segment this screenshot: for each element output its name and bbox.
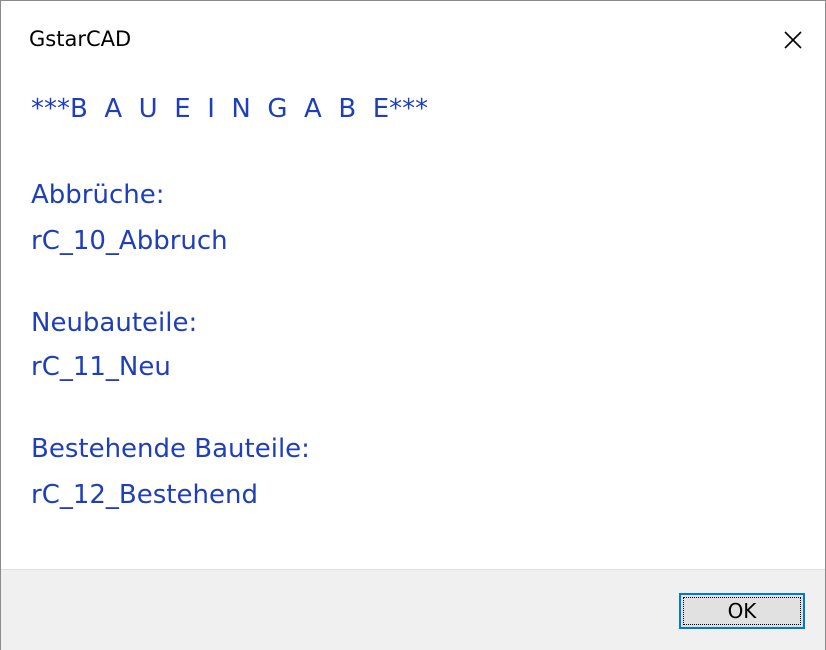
neu-layer-name: rC_11_Neu [31, 352, 171, 382]
window-title: GstarCAD [29, 27, 132, 51]
abbruch-layer-name: rC_10_Abbruch [31, 226, 228, 256]
message-heading: ***B A U E I N G A B E*** [31, 94, 429, 124]
title-bar[interactable]: GstarCAD [1, 1, 825, 79]
bestehend-layer-name: rC_12_Bestehend [31, 480, 258, 510]
abbrueche-label: Abbrüche: [31, 180, 165, 210]
button-bar: OK [1, 569, 825, 650]
ok-button[interactable]: OK [679, 593, 805, 629]
neubauteile-label: Neubauteile: [31, 308, 198, 338]
close-icon [784, 31, 802, 49]
message-dialog: GstarCAD ***B A U E I N G A B E*** Abbrü… [0, 0, 826, 650]
close-button[interactable] [761, 1, 825, 79]
bestehende-bauteile-label: Bestehende Bauteile: [31, 434, 310, 464]
message-content: ***B A U E I N G A B E*** Abbrüche: rC_1… [31, 91, 791, 510]
